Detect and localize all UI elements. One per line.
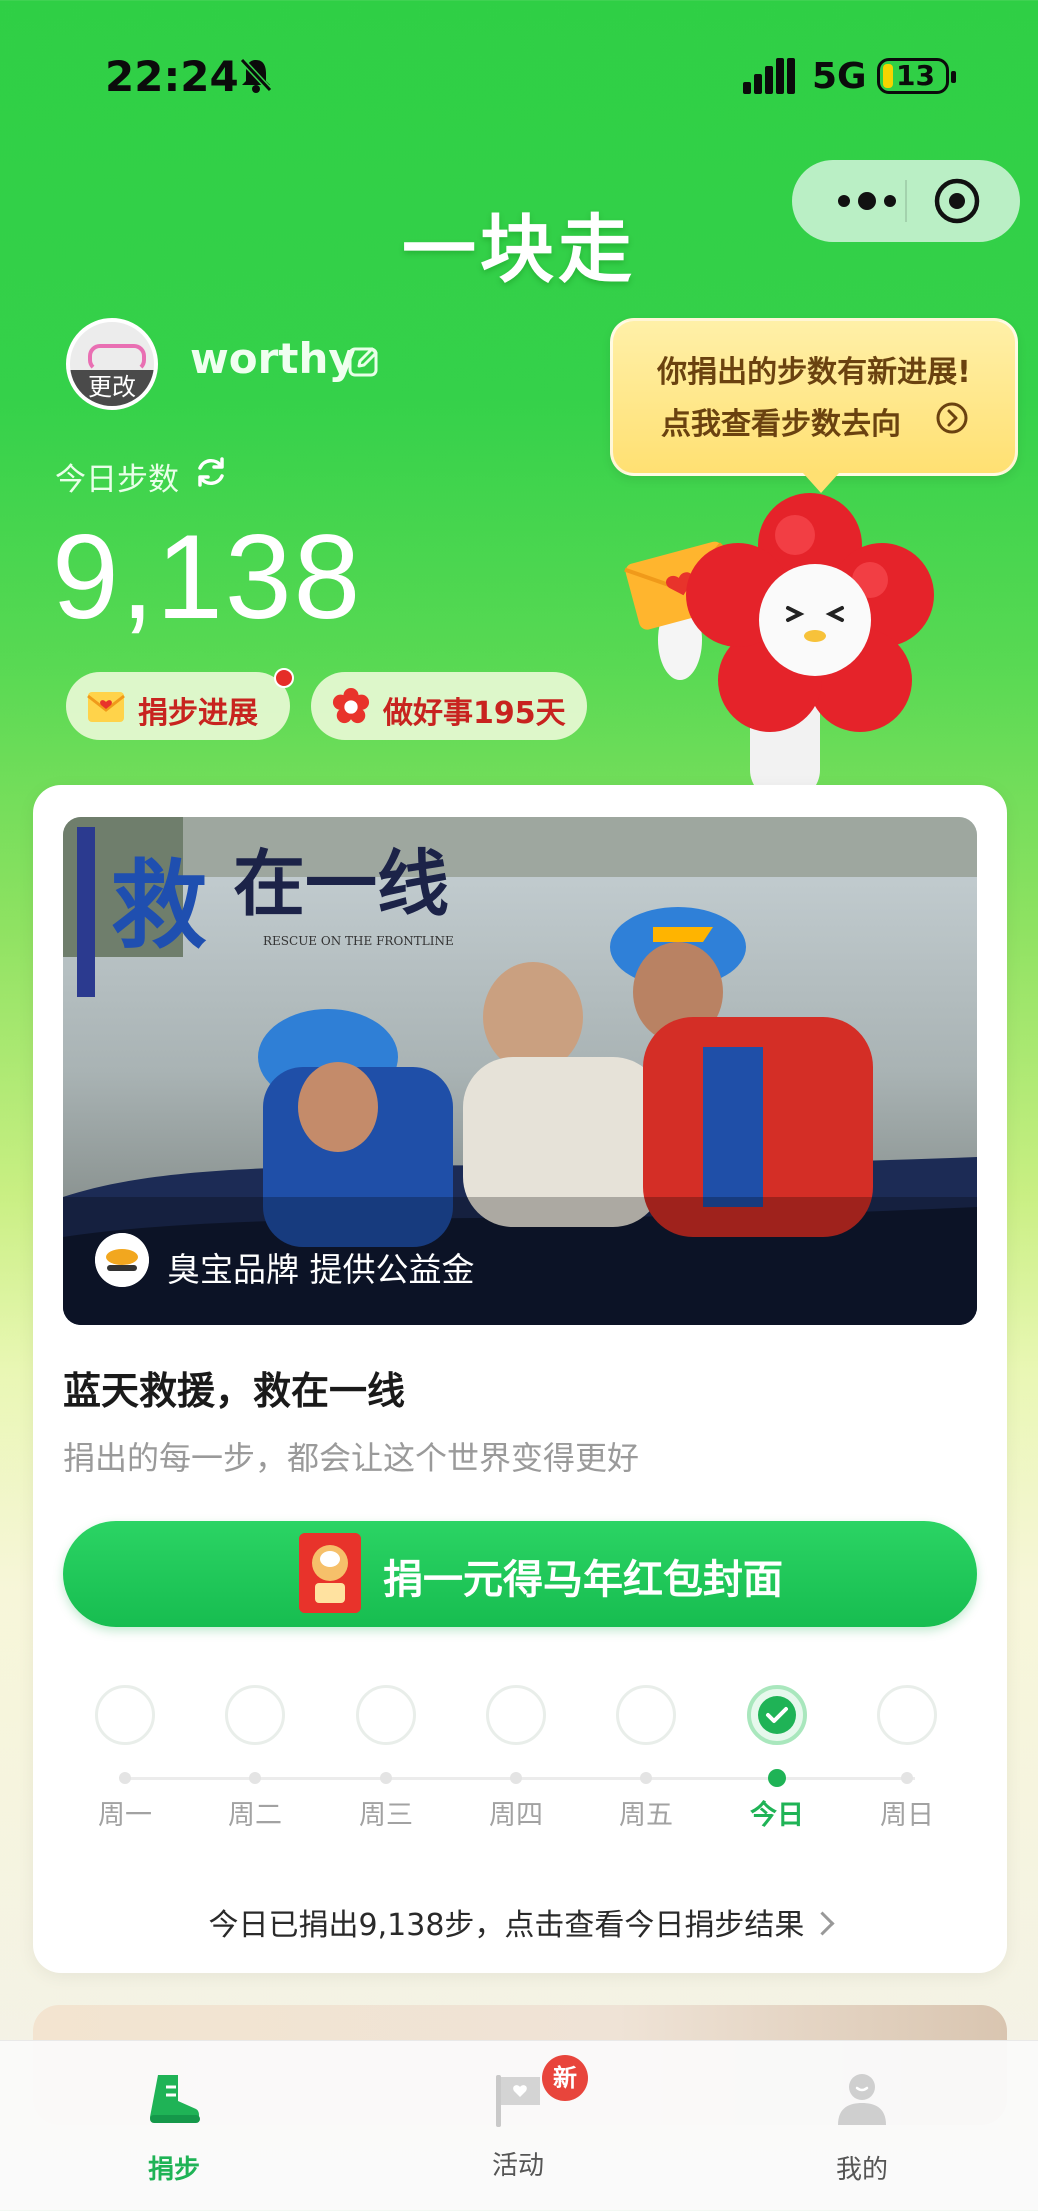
- tab-donate-steps[interactable]: 捐步: [94, 2067, 254, 2186]
- battery-indicator: 13: [877, 58, 956, 94]
- donate-button-label: 捐一元得马年红包封面: [383, 1557, 783, 1603]
- day-mon: 周一: [60, 1685, 190, 1831]
- banner-subtitle: RESCUE ON THE FRONTLINE: [263, 934, 454, 948]
- person-icon: [838, 2074, 886, 2125]
- banner-title-rest: 在一线: [233, 842, 449, 926]
- progress-notice-bubble[interactable]: 你捐出的步数有新进展! 点我查看步数去向: [610, 318, 1018, 493]
- tab-bar: 捐步 新 活动 我的: [0, 2040, 1038, 2211]
- day-today: 今日: [712, 1685, 842, 1831]
- day-fri: 周五: [581, 1685, 711, 1831]
- bubble-line-1: 你捐出的步数有新进展!: [657, 355, 971, 390]
- bubble-line-2: 点我查看步数去向: [661, 407, 901, 442]
- project-subtitle: 捐出的每一步，都会让这个世界变得更好: [63, 1439, 640, 1477]
- banner-title-main: 救: [111, 850, 207, 962]
- day-thu: 周四: [451, 1685, 581, 1831]
- weekly-progress: 周一 周二 周三 周四 周五 今日 周日: [63, 1685, 977, 1845]
- signal-icon: [743, 58, 795, 94]
- day-sun: 周日: [842, 1685, 972, 1831]
- good-days-button[interactable]: 做好事195天: [311, 672, 587, 740]
- day-wed: 周三: [321, 1685, 451, 1831]
- project-title: 蓝天救援，救在一线: [63, 1369, 406, 1413]
- donation-progress-label: 捐步进展: [138, 696, 258, 731]
- avatar-change-label: 更改: [70, 370, 154, 406]
- envelope-icon: [87, 692, 125, 722]
- app-title: 一块走: [402, 207, 636, 293]
- avatar[interactable]: 更改: [66, 318, 158, 410]
- network-type: 5G: [812, 56, 867, 97]
- chevron-right-icon: [810, 1911, 835, 1936]
- sponsor-logo-icon: [95, 1233, 149, 1287]
- tab-activities-label: 活动: [491, 2151, 544, 2181]
- tab-activities[interactable]: 新 活动: [438, 2055, 598, 2182]
- username: worthy: [190, 334, 356, 383]
- red-flower-icon: [332, 688, 370, 724]
- red-envelope-icon: [299, 1533, 361, 1613]
- today-summary-text: 今日已捐出9,138步，点击查看今日捐步结果: [208, 1908, 805, 1943]
- flower-mascot: [624, 493, 934, 790]
- sponsor-text: 臭宝品牌 提供公益金: [167, 1250, 475, 1289]
- arrow-right-circle-icon: [936, 402, 968, 434]
- donation-progress-button[interactable]: 捐步进展: [66, 672, 290, 740]
- donate-button[interactable]: 捐一元得马年红包封面: [63, 1521, 977, 1627]
- tab-mine-label: 我的: [835, 2155, 888, 2185]
- refresh-icon[interactable]: [193, 454, 229, 490]
- flag-icon: [496, 2075, 540, 2127]
- shoe-icon: [150, 2075, 200, 2123]
- tab-donate-steps-label: 捐步: [147, 2155, 200, 2185]
- status-time: 22:24: [105, 52, 239, 101]
- project-banner-image[interactable]: 救 在一线 RESCUE ON THE FRONTLINE 臭宝品牌 提供公益金: [63, 817, 977, 1325]
- project-card: 救 在一线 RESCUE ON THE FRONTLINE 臭宝品牌 提供公益金…: [33, 785, 1007, 1973]
- status-bar: 22:24 5G 13: [0, 0, 1038, 150]
- today-steps-count: 9,138: [52, 510, 363, 644]
- today-steps-label: 今日步数: [55, 462, 179, 498]
- tab-mine[interactable]: 我的: [782, 2067, 942, 2186]
- today-summary-link[interactable]: 今日已捐出9,138步，点击查看今日捐步结果: [33, 1900, 1007, 1944]
- good-days-label: 做好事195天: [383, 696, 566, 731]
- new-badge: 新: [542, 2055, 588, 2101]
- battery-level: 13: [896, 59, 935, 92]
- check-icon: [758, 1696, 796, 1734]
- day-tue: 周二: [190, 1685, 320, 1831]
- edit-icon[interactable]: [347, 344, 381, 378]
- mute-bell-icon: [239, 57, 273, 93]
- notification-dot: [274, 668, 294, 688]
